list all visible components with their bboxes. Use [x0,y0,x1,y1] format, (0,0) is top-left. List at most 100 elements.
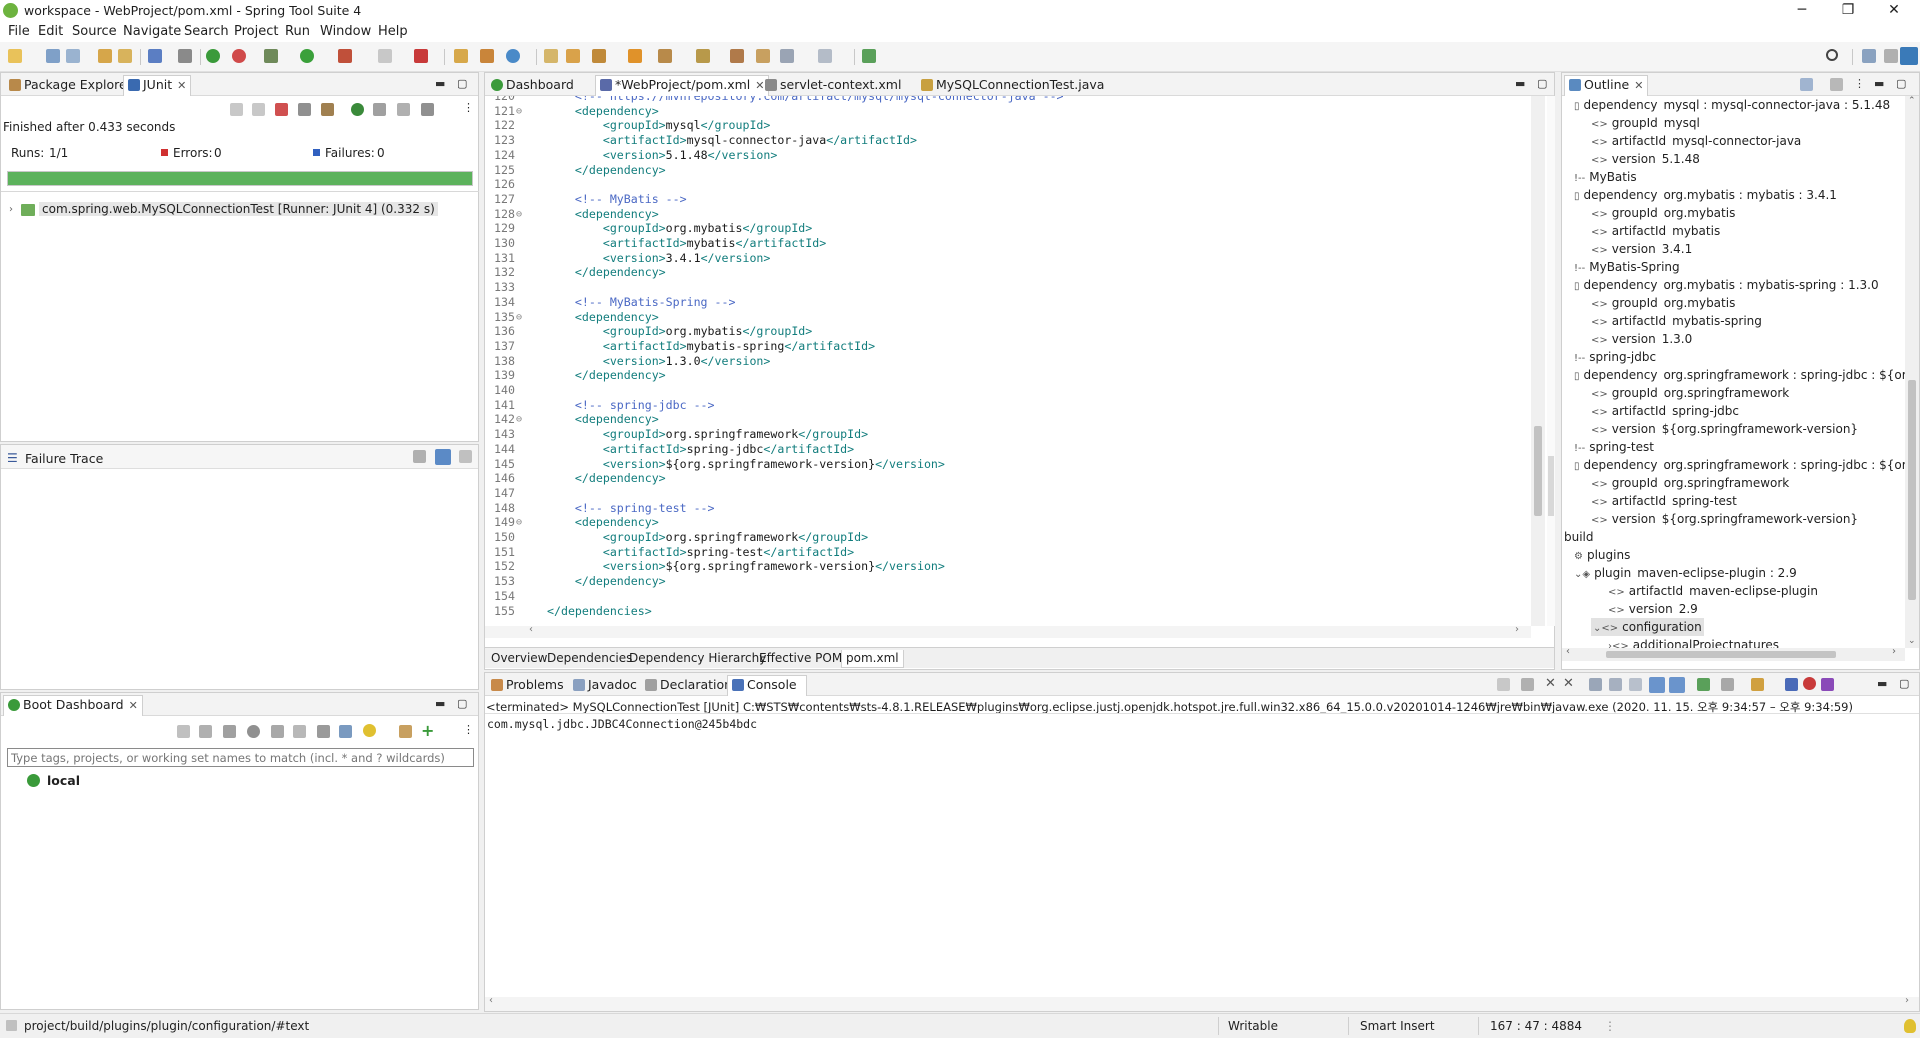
editor-scroll-thumb[interactable] [1534,426,1542,516]
tab-declaration[interactable]: Declaration [641,676,736,695]
test-item[interactable]: com.spring.web.MySQLConnectionTest [Runn… [39,202,438,216]
outline-item[interactable]: <> version 5.1.48 [1591,150,1700,168]
outline-item[interactable]: <> artifactId mybatis [1591,222,1720,240]
rerun-test-icon[interactable] [351,103,364,116]
new-package-icon[interactable] [480,49,494,63]
last-edit-icon[interactable] [730,49,744,63]
copy-trace-icon[interactable] [459,450,472,463]
new-class-icon[interactable] [506,49,520,63]
boot-filter-input[interactable] [7,748,474,767]
console-horizontal-scrollbar[interactable]: ‹ › [485,995,1919,1011]
fold-toggle-icon[interactable]: ⊖ [516,412,522,427]
tab-javadoc[interactable]: Javadoc [569,676,641,695]
outline-item[interactable]: !-- MyBatis-Spring [1574,258,1680,276]
open-task-icon[interactable] [544,49,558,63]
remove-all-icon[interactable]: ✕ [1563,676,1574,691]
menu-edit[interactable]: Edit [38,24,63,39]
menu-help[interactable]: Help [378,24,408,39]
collapse-all-icon[interactable] [1800,78,1813,91]
outline-item[interactable]: !-- spring-test [1574,438,1654,456]
tab-pom-xml-source[interactable]: pom.xml [841,650,904,668]
show-failures-only-icon[interactable] [275,103,288,116]
menu-search[interactable]: Search [184,24,229,39]
view-menu-icon[interactable]: ⋮ [1854,77,1865,90]
outline-item[interactable]: ▯ dependency mysql : mysql-connector-java … [1574,96,1890,114]
outline-item[interactable]: ▯ dependency org.mybatis : mybatis-spring … [1574,276,1879,294]
tab-outline[interactable]: Outline ✕ [1564,75,1649,96]
maximize-button[interactable]: ❐ [1826,0,1870,22]
outline-item[interactable]: <> artifactId maven-eclipse-plugin [1608,582,1818,600]
extra-icon[interactable] [1821,678,1834,691]
search-icon[interactable] [1826,49,1838,61]
start-icon[interactable] [177,725,190,738]
add-icon[interactable]: + [421,721,434,740]
tab-pom-xml[interactable]: *WebProject/pom.xml ✕ [595,75,770,96]
minimize-view-icon[interactable]: ▬ [1877,677,1887,690]
tab-problems[interactable]: Problems [487,676,568,695]
terminal-icon[interactable] [148,49,162,63]
minimize-view-icon[interactable]: ▬ [1874,77,1884,90]
tab-console[interactable]: Console [727,675,807,696]
edit-icon[interactable] [317,725,330,738]
menu-project[interactable]: Project [234,24,278,39]
relaunch-icon[interactable] [232,49,246,63]
properties-icon[interactable] [339,725,352,738]
editor-vertical-scrollbar[interactable] [1531,96,1545,626]
minimize-view-icon[interactable]: ▬ [435,697,445,710]
outline-item[interactable]: ▯ dependency org.mybatis : mybatis : 3.4.1 [1574,186,1837,204]
debug-app-icon[interactable] [199,725,212,738]
display-console-icon[interactable] [1721,678,1734,691]
tab-boot-dashboard[interactable]: Boot Dashboard ✕ [3,695,143,716]
disconnect-icon[interactable] [1497,678,1510,691]
tab-dashboard[interactable]: Dashboard [487,76,578,95]
outline-item[interactable]: ⌄<> configuration [1591,618,1704,636]
save-icon[interactable] [46,49,60,63]
fold-toggle-icon[interactable]: ⊖ [516,207,522,222]
scroll-lock-icon[interactable] [298,103,311,116]
outline-item[interactable]: <> version 1.3.0 [1591,330,1692,348]
stop-icon[interactable] [378,49,392,63]
show-stderr-icon[interactable] [1669,677,1685,693]
open-browser-icon[interactable] [247,725,260,738]
menu-run[interactable]: Run [285,24,310,39]
filter-stack-icon[interactable] [435,449,451,465]
editor-horizontal-scrollbar[interactable]: ‹ › [485,624,1531,638]
outline-item[interactable]: <> artifactId mybatis-spring [1591,312,1762,330]
tab-package-explorer[interactable]: Package Explorer [5,76,136,95]
spring-perspective-icon[interactable] [1900,47,1918,65]
minimize-view-icon[interactable]: ▬ [1515,77,1525,90]
lightbulb-icon[interactable] [363,724,376,737]
tab-mysql-connection-test[interactable]: MySQLConnectionTest.java [917,76,1108,95]
remove-launch-icon[interactable]: ✕ [1545,676,1556,691]
maximize-view-icon[interactable]: ▢ [1537,77,1547,90]
rerun-failed-icon[interactable] [373,103,386,116]
test-history-icon[interactable] [421,103,434,116]
console-toggle-icon[interactable] [1785,678,1798,691]
coverage-icon[interactable] [414,49,428,63]
status-more-icon[interactable]: ⋮ [1604,1019,1616,1033]
tab-junit[interactable]: JUnit ✕ [123,75,192,96]
tab-dependencies[interactable]: Dependencies [543,650,636,668]
menu-navigate[interactable]: Navigate [123,24,181,39]
minimize-button[interactable]: ─ [1780,0,1824,22]
outline-item[interactable]: <> groupId mysql [1591,114,1700,132]
prev-failure-icon[interactable] [252,103,265,116]
outline-item[interactable]: <> groupId org.springframework [1591,474,1789,492]
word-wrap-icon[interactable] [1629,678,1642,691]
new-icon[interactable] [8,49,22,63]
filter-icon[interactable] [399,725,412,738]
outline-item[interactable]: !-- spring-jdbc [1574,348,1656,366]
menu-source[interactable]: Source [72,24,117,39]
tab-dependency-hierarchy[interactable]: Dependency Hierarchy [625,650,770,668]
skip-breakpoints-icon[interactable] [178,49,192,63]
sort-icon[interactable] [1830,78,1843,91]
scroll-lock-icon[interactable] [1609,678,1622,691]
run-icon[interactable] [300,49,314,63]
outline-horizontal-scrollbar[interactable]: ‹ › [1562,646,1905,661]
chrome-icon[interactable] [1803,677,1816,690]
clear-console-icon[interactable] [1589,678,1602,691]
back-icon[interactable] [780,49,794,63]
show-skipped-icon[interactable] [321,103,334,116]
compare-result-icon[interactable] [413,450,426,463]
view-menu-icon[interactable]: ⋮ [463,101,474,114]
